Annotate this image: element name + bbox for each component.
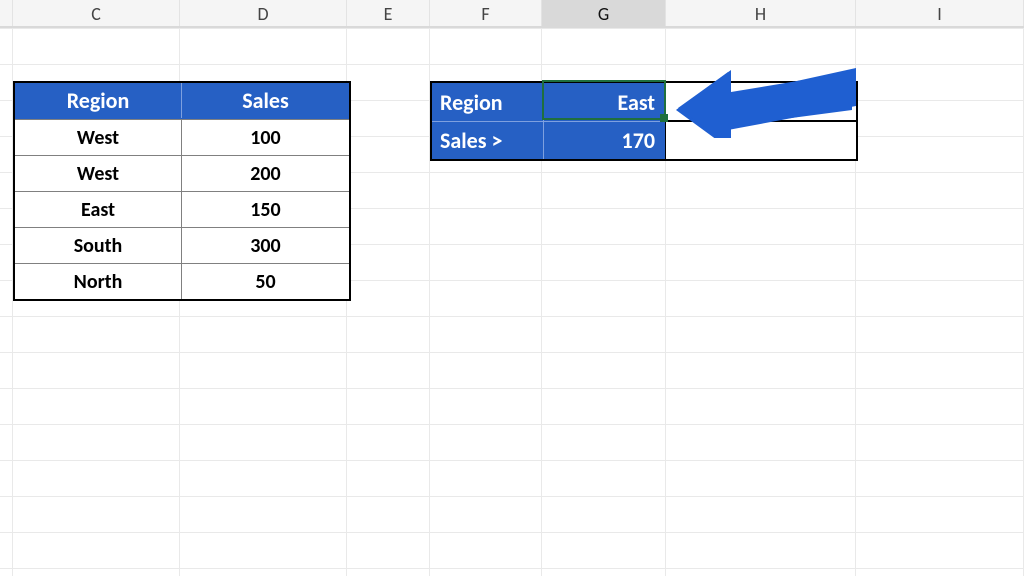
criteria-label-region[interactable]: Region [432,83,544,121]
result-cell[interactable]: 300 [666,83,856,121]
col-header-f[interactable]: F [430,0,542,26]
cell-sales[interactable]: 300 [182,228,349,263]
spreadsheet-view: C D E F G H I [0,0,1024,576]
cell-sales[interactable]: 50 [182,264,349,299]
col-header-i[interactable]: I [856,0,1024,26]
empty-cell[interactable] [666,121,856,159]
col-header-e[interactable]: E [347,0,430,26]
table-row: West 100 [15,119,349,155]
criteria-label-sales[interactable]: Sales > [432,121,544,159]
cell-region[interactable]: East [15,192,182,227]
cell-sales[interactable]: 200 [182,156,349,191]
data-table: Region Sales West 100 West 200 East 150 … [13,81,351,301]
criteria-row-region: Region East 300 [432,83,856,121]
cell-region[interactable]: South [15,228,182,263]
table-row: East 150 [15,191,349,227]
header-sales[interactable]: Sales [182,83,349,118]
table-row: West 200 [15,155,349,191]
table-row: South 300 [15,227,349,263]
cell-region[interactable]: North [15,264,182,299]
table-row: North 50 [15,263,349,299]
criteria-value-sales[interactable]: 170 [544,121,666,159]
col-header-h[interactable]: H [666,0,856,26]
header-region[interactable]: Region [15,83,182,118]
cell-region[interactable]: West [15,156,182,191]
col-header-d[interactable]: D [180,0,347,26]
cell-region[interactable]: West [15,120,182,155]
criteria-block: Region East 300 Sales > 170 [430,81,858,161]
criteria-row-sales: Sales > 170 [432,121,856,159]
column-headers: C D E F G H I [0,0,1024,28]
col-header-g[interactable]: G [542,0,666,26]
cell-sales[interactable]: 100 [182,120,349,155]
grid-area[interactable]: Region Sales West 100 West 200 East 150 … [0,28,1024,576]
table-header-row: Region Sales [15,83,349,119]
col-header-c[interactable]: C [13,0,180,26]
criteria-value-region[interactable]: East [544,83,666,121]
cell-sales[interactable]: 150 [182,192,349,227]
col-gutter [0,0,13,26]
